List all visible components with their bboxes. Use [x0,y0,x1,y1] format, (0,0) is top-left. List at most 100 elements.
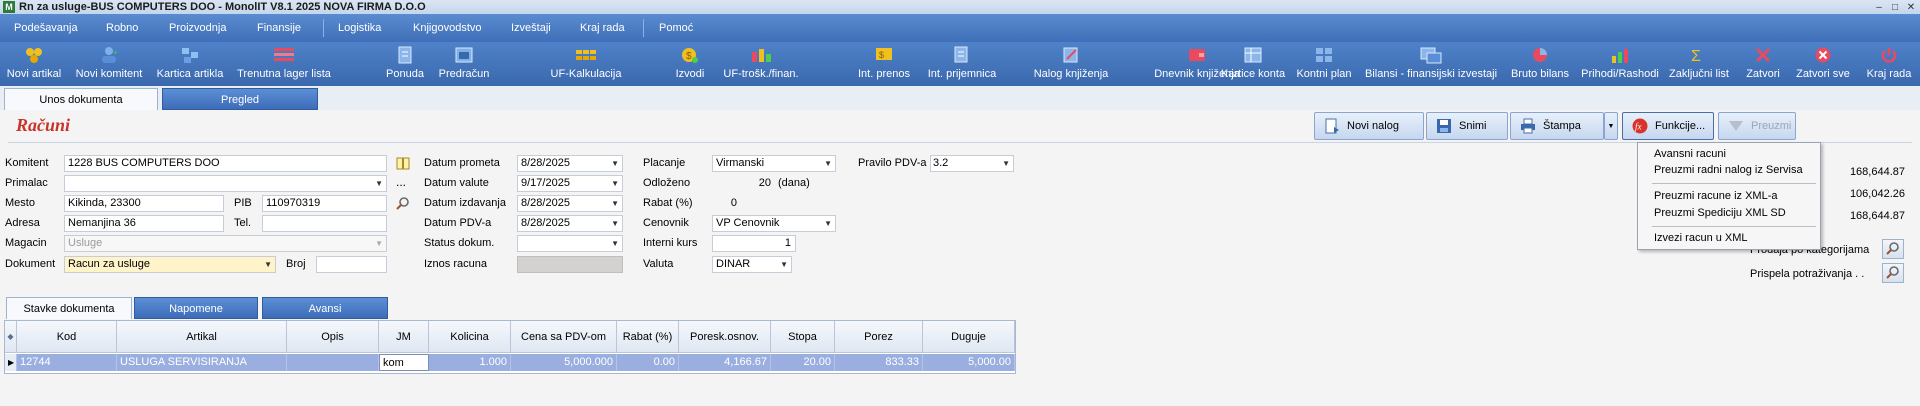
ellipsis-button[interactable]: ... [396,175,406,189]
menu-item-izvezi-xml[interactable]: Izvezi racun u XML [1654,232,1748,244]
magacin-field[interactable]: Usluge ▼ [64,235,387,252]
cell-cena[interactable]: 5,000.000 [511,354,617,371]
column-header-jm[interactable]: JM [379,321,429,353]
print-button[interactable]: Štampa [1510,112,1604,140]
costs-button[interactable]: UF-trošk./finan. [718,42,804,86]
internal-transfer-button[interactable]: $ Int. prenos [854,42,914,86]
column-header-rabat[interactable]: Rabat (%) [617,321,679,353]
save-button[interactable]: Snimi [1426,112,1508,140]
offer-button[interactable]: Ponuda [382,42,428,86]
cell-duguje[interactable]: 5,000.00 [923,354,1015,371]
datum-pdv-field[interactable]: 8/28/2025 ▼ [517,215,623,232]
stock-list-button[interactable]: Trenutna lager lista [236,42,332,86]
valuta-field[interactable]: DINAR ▼ [712,256,792,273]
menu-kraj-rada[interactable]: Kraj rada [580,14,625,42]
account-cards-button[interactable]: Kartice konta [1218,42,1288,86]
new-client-button[interactable]: + Novi komitent [74,42,144,86]
column-header-stopa[interactable]: Stopa [771,321,835,353]
take-over-button[interactable]: Preuzmi [1718,112,1796,140]
cell-stopa[interactable]: 20.00 [771,354,835,371]
cell-kolicina[interactable]: 1.000 [429,354,511,371]
column-header-artikal[interactable]: Artikal [117,321,287,353]
pravilo-field[interactable]: 3.2 ▼ [930,155,1014,172]
menu-izvestaji[interactable]: Izveštaji [511,14,551,42]
cell-artikal[interactable]: USLUGA SERVISIRANJA [117,354,287,371]
cell-kod[interactable]: 12744 [17,354,117,371]
menu-proizvodnja[interactable]: Proizvodnja [169,14,226,42]
gross-balance-button[interactable]: Bruto bilans [1510,42,1570,86]
status-field[interactable]: ▼ [517,235,623,252]
print-dropdown-button[interactable]: ▼ [1604,112,1618,140]
odlozeno-field[interactable]: 20 [712,175,776,192]
posting-order-icon [1060,45,1082,65]
mesto-field[interactable]: Kikinda, 23300 [64,195,224,212]
menu-item-preuzmi-racune-xml[interactable]: Preuzmi racune iz XML-a [1654,190,1778,202]
book-icon[interactable] [395,155,411,171]
tab-pregled[interactable]: Pregled [162,88,318,110]
column-header-duguje[interactable]: Duguje [923,321,1015,353]
close-button[interactable]: Zatvori [1740,42,1786,86]
menu-item-preuzmi-radni-nalog[interactable]: Preuzmi radni nalog iz Servisa [1654,164,1803,176]
chart-of-accounts-button[interactable]: Kontni plan [1294,42,1354,86]
menu-knjigovodstvo[interactable]: Knjigovodstvo [413,14,482,42]
internal-receipt-button[interactable]: Int. prijemnica [922,42,1002,86]
close-all-button[interactable]: Zatvori sve [1790,42,1856,86]
power-button[interactable]: Kraj rada [1862,42,1916,86]
dokument-field[interactable]: Racun za usluge ▼ [64,256,276,273]
new-order-button[interactable]: Novi nalog [1314,112,1424,140]
functions-button[interactable]: fx Funkcije... [1622,112,1714,140]
menu-robno[interactable]: Robno [106,14,138,42]
menu-item-preuzmi-spediciju[interactable]: Preuzmi Spediciju XML SD [1654,207,1786,219]
pib-field[interactable]: 110970319 [262,195,387,212]
pib-value: 110970319 [266,197,321,209]
close-window-icon[interactable]: ✕ [1902,0,1920,14]
menu-finansije[interactable]: Finansije [257,14,301,42]
menu-logistika[interactable]: Logistika [338,14,381,42]
page-title: Računi [16,115,71,135]
posting-order-button[interactable]: Nalog knjiženja [1032,42,1110,86]
menu-podesavanja[interactable]: Podešavanja [14,14,78,42]
datum-valute-field[interactable]: 9/17/2025 ▼ [517,175,623,192]
adresa-field[interactable]: Nemanjina 36 [64,215,224,232]
primalac-field[interactable]: ▼ [64,175,387,192]
column-header-cena[interactable]: Cena sa PDV-om [511,321,617,353]
search-icon[interactable] [395,195,411,211]
tab-unos-dokumenta[interactable]: Unos dokumenta [4,88,158,110]
statements-button[interactable]: $ Izvodi [670,42,710,86]
article-card-button[interactable]: Kartica artikla [154,42,226,86]
tab-napomene[interactable]: Napomene [134,297,258,319]
cell-opis[interactable] [287,354,379,371]
cell-poresk-osnov[interactable]: 4,166.67 [679,354,771,371]
column-header-opis[interactable]: Opis [287,321,379,353]
calculation-button[interactable]: UF-Kalkulacija [546,42,626,86]
column-header-porez[interactable]: Porez [835,321,923,353]
placanje-field[interactable]: Virmanski ▼ [712,155,836,172]
balance-reports-button[interactable]: Bilansi - finansijski izvestaji [1365,42,1497,86]
prispela-potrazivanja-link[interactable]: Prispela potraživanja . . [1750,268,1864,280]
cell-porez[interactable]: 833.33 [835,354,923,371]
new-article-button[interactable]: Novi artikal [4,42,64,86]
interni-kurs-field[interactable]: 1 [712,235,796,252]
cell-jm[interactable]: kom [379,354,429,371]
total-value-3: 168,644.87 [1849,210,1905,222]
tel-field[interactable] [262,215,387,232]
proforma-button[interactable]: Predračun [434,42,494,86]
tab-avansi[interactable]: Avansi [262,297,388,319]
column-header-poresk-osnov[interactable]: Poresk.osnov. [679,321,771,353]
broj-field[interactable] [316,256,387,273]
komitent-field[interactable]: 1228 BUS COMPUTERS DOO [64,155,387,172]
menu-pomoc[interactable]: Pomoć [659,14,693,42]
closing-sheet-button[interactable]: Σ Zaključni list [1664,42,1734,86]
prodaja-search-button[interactable] [1882,239,1904,259]
datum-prometa-field[interactable]: 8/28/2025 ▼ [517,155,623,172]
income-expense-button[interactable]: Prihodi/Rashodi [1578,42,1662,86]
datum-izdavanja-field[interactable]: 8/28/2025 ▼ [517,195,623,212]
cenovnik-field[interactable]: VP Cenovnik ▼ [712,215,836,232]
column-header-kod[interactable]: Kod [17,321,117,353]
prispela-search-button[interactable] [1882,263,1904,283]
menu-item-avansni-racuni[interactable]: Avansni racuni [1654,148,1726,160]
column-header-kolicina[interactable]: Kolicina [429,321,511,353]
tab-stavke-dokumenta[interactable]: Stavke dokumenta [6,297,132,319]
cell-rabat[interactable]: 0.00 [617,354,679,371]
rabat-field[interactable]: 0 [712,195,742,212]
